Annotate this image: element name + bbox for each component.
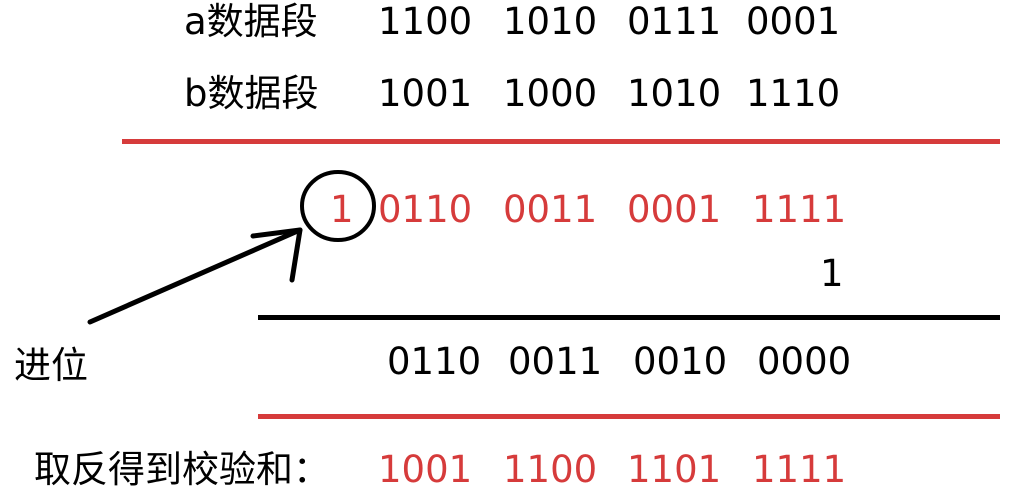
carry-arrow-shaft xyxy=(87,227,303,325)
carry-arrow-head xyxy=(250,227,303,283)
annotation-overlay xyxy=(87,170,376,325)
carry-circle xyxy=(300,170,376,242)
